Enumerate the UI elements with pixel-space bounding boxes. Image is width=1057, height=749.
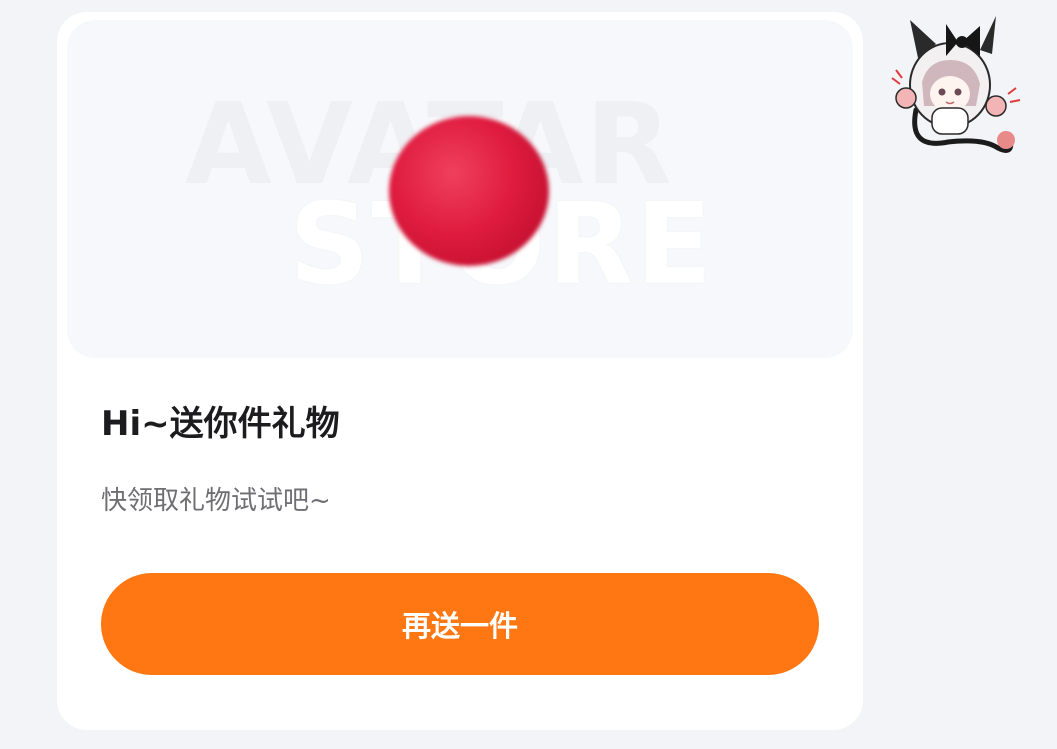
gift-subtitle: 快领取礼物试试吧~ — [101, 486, 331, 516]
avatar-sticker-icon — [891, 16, 1021, 153]
user-avatar-icon[interactable] — [888, 10, 1024, 160]
gift-banner: AVATAR STORE — [67, 20, 853, 358]
gift-title: Hi~送你件礼物 — [101, 404, 340, 444]
gift-card: AVATAR STORE Hi~送你件礼物 快领取礼物试试吧~ 再送一件 — [57, 12, 863, 730]
gift-image-icon — [389, 116, 549, 266]
send-another-button[interactable]: 再送一件 — [101, 573, 819, 675]
